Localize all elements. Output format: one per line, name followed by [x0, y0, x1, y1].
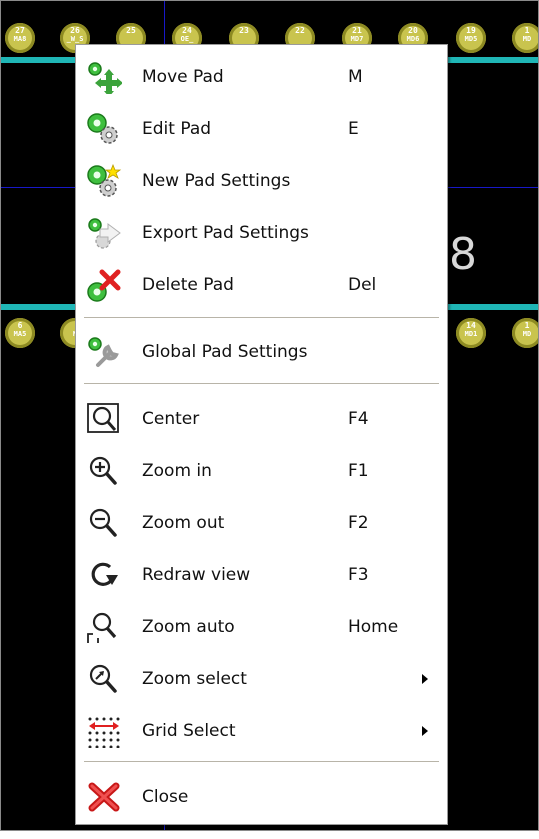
- submenu-arrow-icon: [422, 726, 428, 736]
- menu-item-edit-pad[interactable]: Edit Pad E: [76, 109, 447, 149]
- menu-item-label: Close: [142, 787, 189, 807]
- pad-number: 24: [182, 26, 192, 35]
- pad-net: MA8: [13, 35, 27, 43]
- menu-item-redraw-view[interactable]: Redraw view F3: [76, 555, 447, 595]
- move-pad-icon: [86, 60, 123, 97]
- pad-number: 1: [524, 321, 530, 330]
- zoom-select-icon: [86, 662, 122, 696]
- menu-item-move-pad[interactable]: Move Pad M: [76, 57, 447, 97]
- edit-pad-icon: [86, 112, 122, 146]
- pad-number: 6: [17, 321, 23, 330]
- pad-net: MA5: [13, 330, 27, 338]
- menu-separator: [84, 383, 439, 385]
- menu-item-close[interactable]: Close: [76, 777, 447, 817]
- pad[interactable]: 1 MD: [512, 318, 538, 348]
- submenu-arrow-icon: [422, 674, 428, 684]
- menu-item-label: Delete Pad: [142, 275, 234, 295]
- menu-item-shortcut: F1: [348, 461, 369, 481]
- pad-net: MD: [522, 35, 532, 43]
- redraw-icon: [86, 558, 122, 592]
- menu-item-export-pad-settings[interactable]: Export Pad Settings: [76, 213, 447, 253]
- pad-number: 27: [15, 26, 25, 35]
- pad-number: 23: [239, 26, 249, 35]
- menu-item-label: Move Pad: [142, 67, 224, 87]
- menu-item-global-pad-settings[interactable]: Global Pad Settings: [76, 332, 447, 372]
- pad-number: 26: [70, 26, 80, 35]
- pad-net: MD: [522, 330, 532, 338]
- grid-select-icon: [86, 714, 122, 749]
- pad-number: 1: [524, 26, 530, 35]
- menu-item-label: Zoom select: [142, 669, 247, 689]
- status-strip: [0, 831, 539, 839]
- menu-item-shortcut: Del: [348, 275, 377, 295]
- menu-item-zoom-in[interactable]: Zoom in F1: [76, 451, 447, 491]
- pad[interactable]: 14 MD1: [456, 318, 486, 348]
- export-pad-settings-icon: [86, 216, 122, 250]
- menu-item-shortcut: E: [348, 119, 359, 139]
- menu-item-label: Zoom auto: [142, 617, 235, 637]
- center-icon: [86, 402, 122, 436]
- menu-item-label: Center: [142, 409, 200, 429]
- pad-net: OE_: [180, 35, 194, 43]
- pad-net: MD7: [350, 35, 364, 43]
- new-pad-settings-icon: [86, 163, 122, 198]
- menu-separator: [84, 761, 439, 763]
- delete-pad-icon: [86, 268, 122, 302]
- pad[interactable]: 19 MD5: [456, 23, 486, 53]
- menu-item-shortcut: F2: [348, 513, 369, 533]
- pad-net: MD5: [464, 35, 478, 43]
- menu-item-label: New Pad Settings: [142, 171, 291, 191]
- menu-item-label: Edit Pad: [142, 119, 212, 139]
- context-menu: Move Pad M Edit Pad E New Pad Settings E…: [75, 44, 448, 825]
- pad-net: _W_S: [66, 35, 84, 43]
- global-pad-settings-icon: [86, 335, 122, 369]
- menu-item-center[interactable]: Center F4: [76, 399, 447, 439]
- menu-separator: [84, 317, 439, 319]
- pad-net: MD6: [406, 35, 420, 43]
- menu-item-grid-select[interactable]: Grid Select: [76, 711, 447, 751]
- menu-item-new-pad-settings[interactable]: New Pad Settings: [76, 161, 447, 201]
- zoom-out-icon: [86, 506, 122, 540]
- pad-number: 21: [352, 26, 362, 35]
- menu-item-zoom-select[interactable]: Zoom select: [76, 659, 447, 699]
- menu-item-label: Grid Select: [142, 721, 236, 741]
- menu-item-label: Global Pad Settings: [142, 342, 308, 362]
- pad[interactable]: 1 MD: [512, 23, 538, 53]
- menu-item-label: Zoom in: [142, 461, 212, 481]
- pad[interactable]: 27 MA8: [5, 23, 35, 53]
- menu-item-zoom-out[interactable]: Zoom out F2: [76, 503, 447, 543]
- component-reference-text: 8: [449, 229, 477, 280]
- menu-item-zoom-auto[interactable]: Zoom auto Home: [76, 607, 447, 647]
- menu-item-shortcut: F3: [348, 565, 369, 585]
- menu-item-shortcut: M: [348, 67, 363, 87]
- menu-item-label: Redraw view: [142, 565, 251, 585]
- menu-item-delete-pad[interactable]: Delete Pad Del: [76, 265, 447, 305]
- pad-net: MD1: [464, 330, 478, 338]
- pad-number: 20: [408, 26, 418, 35]
- zoom-in-icon: [86, 454, 122, 488]
- zoom-auto-icon: [86, 610, 122, 644]
- menu-item-shortcut: F4: [348, 409, 369, 429]
- menu-item-shortcut: Home: [348, 617, 399, 637]
- pad-number: 19: [466, 26, 476, 35]
- pad-number: 25: [126, 26, 136, 35]
- pad-number: 14: [466, 321, 476, 330]
- pad-number: 22: [295, 26, 305, 35]
- close-icon: [86, 780, 122, 814]
- pad[interactable]: 6 MA5: [5, 318, 35, 348]
- menu-item-label: Zoom out: [142, 513, 225, 533]
- menu-item-label: Export Pad Settings: [142, 223, 309, 243]
